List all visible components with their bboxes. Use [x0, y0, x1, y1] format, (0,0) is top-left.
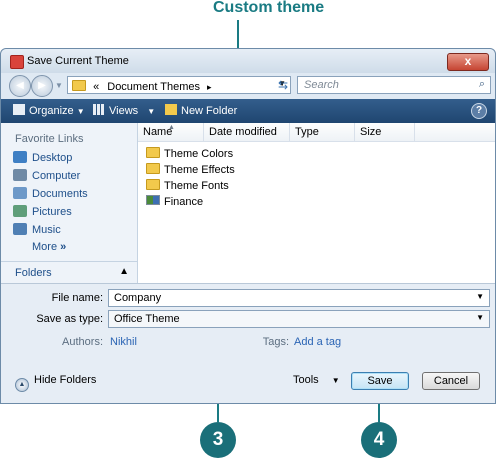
folder-icon	[146, 147, 160, 158]
address-bar[interactable]: « Document Themes ▸ ▼	[67, 76, 291, 94]
file-list: ▲ Name Date modified Type Size Theme Colo…	[138, 123, 495, 283]
back-arrow-icon: ◀	[16, 80, 24, 91]
forward-button[interactable]: ▶	[31, 75, 53, 97]
new-folder-button[interactable]: New Folder	[165, 104, 237, 117]
chevron-down-icon: ▼	[76, 107, 85, 116]
music-icon	[13, 223, 27, 235]
chevron-down-icon: ▼	[147, 107, 156, 116]
column-header-size[interactable]: Size	[355, 123, 415, 141]
column-header-name[interactable]: ▲ Name	[138, 123, 204, 141]
file-name-value: Company	[114, 292, 162, 304]
navigation-pane: Favorite Links Desktop Computer Document…	[1, 123, 138, 283]
breadcrumb-overflow[interactable]: «	[93, 81, 99, 93]
sort-ascending-icon: ▲	[168, 124, 175, 131]
authors-value[interactable]: Nikhil	[110, 336, 137, 348]
chevron-down-icon[interactable]: ▼	[476, 313, 484, 322]
breadcrumb-document-themes[interactable]: Document Themes	[107, 81, 200, 93]
save-options-panel: File name: Company ▼ Save as type: Offic…	[1, 283, 495, 403]
command-toolbar: Organize ▼ Views ▼ New Folder ?	[1, 99, 495, 123]
folder-icon	[146, 179, 160, 190]
tools-menu-button[interactable]: Tools ▼	[293, 374, 340, 386]
title-bar: Save Current Theme x	[1, 49, 495, 73]
powerpoint-app-icon	[10, 55, 24, 69]
callout-step-4-badge: 4	[361, 422, 397, 458]
favorite-links-header: Favorite Links	[15, 133, 84, 145]
cancel-button[interactable]: Cancel	[422, 372, 480, 390]
file-name-input[interactable]: Company ▼	[108, 289, 490, 307]
save-as-type-value: Office Theme	[114, 313, 180, 325]
chevron-down-icon: ▼	[331, 376, 340, 385]
chevron-up-icon: ▲	[119, 266, 129, 277]
theme-file-icon	[146, 195, 160, 205]
save-as-type-label: Save as type:	[36, 313, 103, 325]
close-button[interactable]: x	[447, 53, 489, 71]
folder-icon	[72, 80, 86, 91]
folders-toggle[interactable]: Folders ▲	[1, 261, 137, 284]
forward-arrow-icon: ▶	[38, 80, 46, 91]
refresh-icon[interactable]: ⇆	[275, 78, 291, 92]
add-tag-link[interactable]: Add a tag	[294, 336, 341, 348]
sidebar-item-music[interactable]: Music	[13, 223, 61, 239]
list-item[interactable]: Theme Fonts	[146, 178, 229, 194]
folder-icon	[146, 163, 160, 174]
sidebar-more-link[interactable]: More »	[32, 241, 66, 257]
save-button[interactable]: Save	[351, 372, 409, 390]
desktop-icon	[13, 151, 27, 163]
list-item[interactable]: Theme Colors	[146, 146, 233, 162]
views-icon	[93, 104, 105, 115]
column-header-type[interactable]: Type	[290, 123, 355, 141]
window-title: Save Current Theme	[27, 55, 129, 67]
chevron-down-icon[interactable]: ▼	[476, 292, 484, 301]
pictures-icon	[13, 205, 27, 217]
save-theme-dialog: Save Current Theme x ◀ ▶ ▼ « Document Th…	[0, 48, 496, 404]
callout-step-3-badge: 3	[200, 422, 236, 458]
help-icon[interactable]: ?	[471, 103, 487, 119]
sidebar-item-documents[interactable]: Documents	[13, 187, 88, 203]
tags-label: Tags:	[262, 336, 289, 348]
sidebar-item-desktop[interactable]: Desktop	[13, 151, 72, 167]
save-as-type-select[interactable]: Office Theme ▼	[108, 310, 490, 328]
chevron-up-icon: ▲	[15, 378, 29, 392]
folders-label: Folders	[15, 267, 52, 279]
sidebar-item-computer[interactable]: Computer	[13, 169, 80, 185]
views-button[interactable]: Views ▼	[93, 104, 155, 117]
authors-label: Authors:	[62, 336, 103, 348]
search-placeholder: Search	[304, 79, 339, 91]
recent-pages-chevron-icon[interactable]: ▼	[55, 81, 63, 90]
search-icon[interactable]: ⌕	[479, 78, 485, 91]
documents-icon	[13, 187, 27, 199]
column-header-date-modified[interactable]: Date modified	[204, 123, 290, 141]
list-item[interactable]: Theme Effects	[146, 162, 235, 178]
file-name-label: File name:	[51, 292, 103, 304]
organize-button[interactable]: Organize ▼	[13, 104, 85, 117]
list-item[interactable]: Finance	[146, 195, 203, 211]
computer-icon	[13, 169, 27, 181]
new-folder-icon	[165, 104, 177, 115]
breadcrumb-separator-icon[interactable]: ▸	[207, 82, 212, 92]
double-chevron-icon: »	[60, 241, 67, 253]
organize-icon	[13, 104, 25, 115]
back-button[interactable]: ◀	[9, 75, 31, 97]
address-row: ◀ ▶ ▼ « Document Themes ▸ ▼ ⇆ Search ⌕	[1, 73, 495, 99]
sidebar-item-pictures[interactable]: Pictures	[13, 205, 72, 221]
search-input[interactable]: Search ⌕	[297, 76, 491, 94]
hide-folders-button[interactable]: ▲ Hide Folders	[15, 374, 96, 392]
